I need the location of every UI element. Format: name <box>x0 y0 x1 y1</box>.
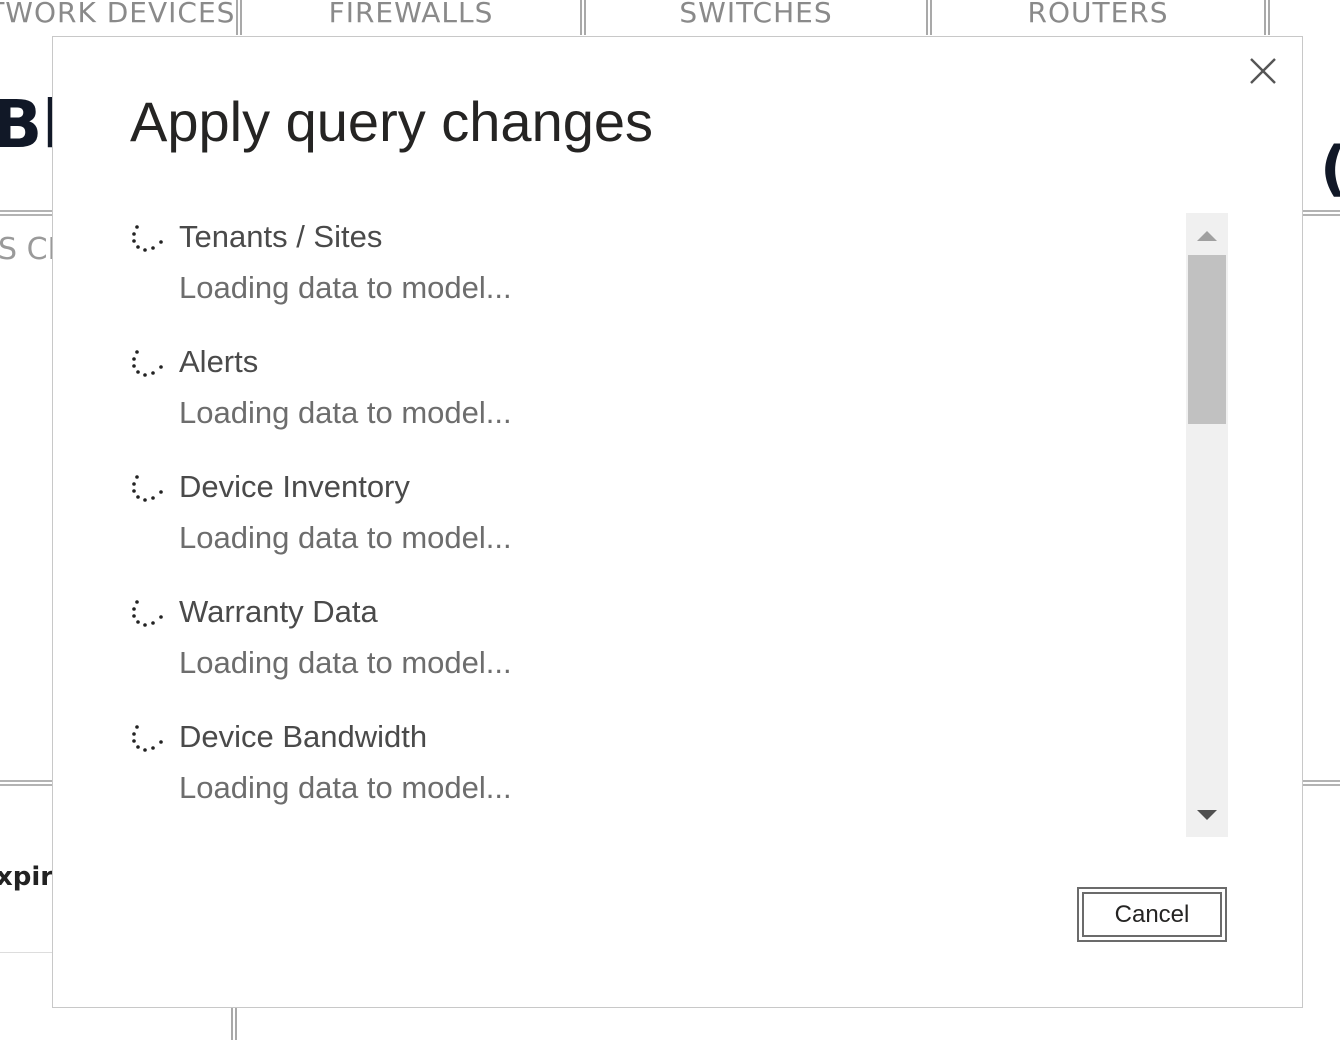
tab-routers[interactable]: ROUTERS <box>926 0 1270 35</box>
list-item: Alerts Loading data to model... <box>131 338 1171 463</box>
query-status: Loading data to model... <box>179 770 512 805</box>
scroll-down-arrow-icon[interactable] <box>1197 810 1217 820</box>
loading-spinner-icon <box>132 725 163 752</box>
apply-query-changes-dialog: Apply query changes Tenants / Sites Load… <box>52 36 1303 1008</box>
query-list: Tenants / Sites Loading data to model...… <box>131 213 1171 837</box>
scroll-thumb[interactable] <box>1188 255 1226 424</box>
scroll-up-arrow-icon[interactable] <box>1197 231 1217 241</box>
loading-spinner-icon <box>132 225 163 252</box>
query-name: Device Inventory <box>179 469 410 504</box>
list-item: Device Inventory Loading data to model..… <box>131 463 1171 588</box>
dialog-title: Apply query changes <box>130 90 654 153</box>
cancel-button-label: Cancel <box>1082 892 1222 937</box>
tab-switches-label: SWITCHES <box>679 0 833 29</box>
query-status: Loading data to model... <box>179 270 512 305</box>
loading-spinner-icon <box>132 350 163 377</box>
background-divider <box>0 210 60 216</box>
tab-network-devices-label: NETWORK DEVICES <box>0 0 236 29</box>
background-divider <box>231 1008 237 1040</box>
query-status: Loading data to model... <box>179 645 512 680</box>
close-icon <box>1250 58 1276 84</box>
cancel-button[interactable]: Cancel <box>1077 887 1227 942</box>
background-heading-right: ( <box>1320 134 1340 204</box>
list-item: Tenants / Sites Loading data to model... <box>131 213 1171 338</box>
tab-firewalls-label: FIREWALLS <box>328 0 494 29</box>
background-divider <box>0 780 60 786</box>
loading-spinner-icon <box>132 475 163 502</box>
background-divider <box>1300 210 1340 216</box>
query-name: Alerts <box>179 344 259 379</box>
app-window: NETWORK DEVICES FIREWALLS SWITCHES ROUTE… <box>0 0 1340 1040</box>
close-button[interactable] <box>1247 55 1279 87</box>
list-item: Device Bandwidth Loading data to model..… <box>131 713 1171 837</box>
query-name: Tenants / Sites <box>179 219 383 254</box>
query-name: Warranty Data <box>179 594 378 629</box>
loading-spinner-icon <box>132 600 163 627</box>
tab-routers-label: ROUTERS <box>1027 0 1169 29</box>
query-name: Device Bandwidth <box>179 719 428 754</box>
tab-network-devices[interactable]: NETWORK DEVICES <box>0 0 242 35</box>
list-item: Warranty Data Loading data to model... <box>131 588 1171 713</box>
background-divider <box>1300 780 1340 786</box>
background-divider <box>0 952 60 953</box>
query-status: Loading data to model... <box>179 520 512 555</box>
vertical-scrollbar[interactable] <box>1186 213 1228 837</box>
tab-switches[interactable]: SWITCHES <box>580 0 932 35</box>
tab-firewalls[interactable]: FIREWALLS <box>236 0 586 35</box>
query-status: Loading data to model... <box>179 395 512 430</box>
